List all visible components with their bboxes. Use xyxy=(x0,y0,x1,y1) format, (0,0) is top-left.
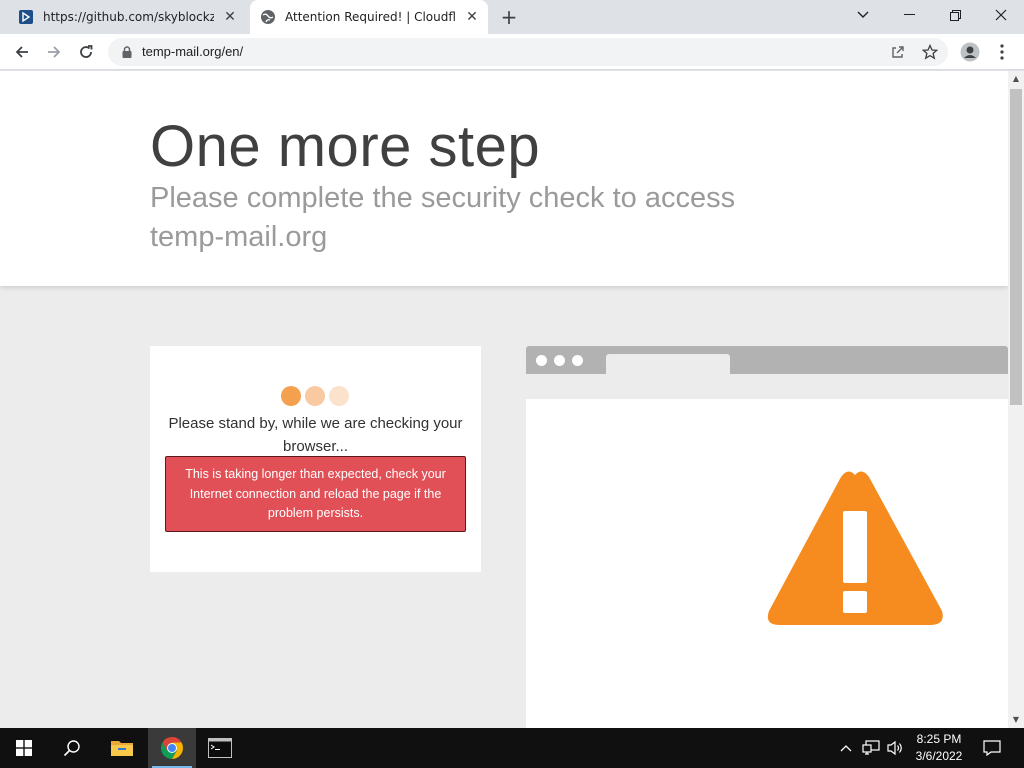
address-bar[interactable]: temp-mail.org/en/ xyxy=(108,38,948,66)
restore-icon xyxy=(949,9,961,21)
lock-icon[interactable] xyxy=(120,45,134,59)
close-icon xyxy=(995,9,1007,21)
terminal-button[interactable] xyxy=(196,728,244,768)
loading-dot xyxy=(329,386,349,406)
reload-button[interactable] xyxy=(72,38,100,66)
menu-button[interactable] xyxy=(988,38,1016,66)
profile-icon xyxy=(960,42,980,62)
action-center-button[interactable] xyxy=(978,728,1006,768)
browser-illustration xyxy=(526,346,1008,728)
tab-title: Attention Required! | Cloudflare xyxy=(285,10,456,24)
chrome-icon xyxy=(161,737,183,759)
tab-search-button[interactable] xyxy=(841,0,885,30)
search-button[interactable] xyxy=(48,728,96,768)
chrome-taskbar-button[interactable] xyxy=(148,728,196,768)
browser-toolbar: temp-mail.org/en/ xyxy=(0,34,1024,70)
tab-cloudflare[interactable]: Attention Required! | Cloudflare ✕ xyxy=(250,0,488,34)
file-explorer-icon xyxy=(111,741,133,756)
windows-start-icon xyxy=(16,740,32,756)
loading-dots xyxy=(281,386,349,406)
volume-icon xyxy=(887,740,902,756)
terminal-icon xyxy=(208,738,232,758)
back-button[interactable] xyxy=(8,38,36,66)
chevron-up-icon xyxy=(840,745,852,752)
close-tab-icon[interactable]: ✕ xyxy=(222,9,238,25)
page-viewport: One more step Please complete the securi… xyxy=(0,71,1008,728)
arrow-left-icon xyxy=(15,46,28,58)
warning-icon xyxy=(767,471,943,625)
illustration-tab xyxy=(606,354,730,374)
start-button[interactable] xyxy=(0,728,48,768)
illustration-dot xyxy=(572,355,583,366)
minimize-button[interactable] xyxy=(887,0,931,30)
page-subtitle: Please complete the security check to ac… xyxy=(150,182,736,253)
error-alert: This is taking longer than expected, che… xyxy=(165,456,466,532)
search-icon xyxy=(63,740,80,757)
network-button[interactable] xyxy=(860,728,882,768)
illustration-titlebar xyxy=(526,346,1008,374)
restore-button[interactable] xyxy=(933,0,977,30)
network-icon xyxy=(862,740,880,755)
loading-dot xyxy=(281,386,301,406)
clock-time: 8:25 PM xyxy=(916,732,962,746)
file-explorer-button[interactable] xyxy=(98,728,146,768)
bookmark-star-icon[interactable] xyxy=(922,44,938,60)
illustration-dot xyxy=(536,355,547,366)
scrollbar-thumb[interactable] xyxy=(1010,89,1022,405)
share-icon[interactable] xyxy=(890,44,906,60)
loading-dot xyxy=(305,386,325,406)
page-scrollbar[interactable]: ▲ ▼ xyxy=(1008,71,1024,728)
new-tab-button[interactable]: + xyxy=(498,7,520,29)
scroll-up-arrow-icon[interactable]: ▲ xyxy=(1008,71,1024,87)
challenge-box: Please stand by, while we are checking y… xyxy=(150,346,481,572)
forward-button[interactable] xyxy=(40,38,68,66)
status-message: Please stand by, while we are checking y… xyxy=(168,415,463,455)
tab-strip: https://github.com/skyblockz/RE ✕ Attent… xyxy=(0,0,1024,34)
close-window-button[interactable] xyxy=(979,0,1023,30)
taskbar: 8:25 PM 3/6/2022 xyxy=(0,728,1024,768)
page-title: One more step xyxy=(150,114,541,179)
profile-button[interactable] xyxy=(956,38,984,66)
chevron-down-icon xyxy=(857,11,869,18)
close-tab-icon[interactable]: ✕ xyxy=(464,9,480,25)
document-icon xyxy=(18,9,34,25)
arrow-right-icon xyxy=(48,46,61,58)
system-clock[interactable]: 8:25 PM 3/6/2022 xyxy=(908,731,970,765)
notification-icon xyxy=(983,740,1001,756)
tab-title: https://github.com/skyblockz/RE xyxy=(43,10,214,24)
more-vert-icon xyxy=(1000,44,1004,60)
clock-date: 3/6/2022 xyxy=(915,749,963,763)
url-text: temp-mail.org/en/ xyxy=(142,44,244,59)
header-section: One more step Please complete the securi… xyxy=(0,71,1008,286)
reload-icon xyxy=(80,45,93,58)
globe-icon xyxy=(260,9,276,25)
volume-button[interactable] xyxy=(884,728,906,768)
minimize-icon xyxy=(903,14,915,15)
scroll-down-arrow-icon[interactable]: ▼ xyxy=(1008,712,1024,728)
show-hidden-icons-button[interactable] xyxy=(836,728,856,768)
illustration-dot xyxy=(554,355,565,366)
tab-github[interactable]: https://github.com/skyblockz/RE ✕ xyxy=(8,0,246,34)
